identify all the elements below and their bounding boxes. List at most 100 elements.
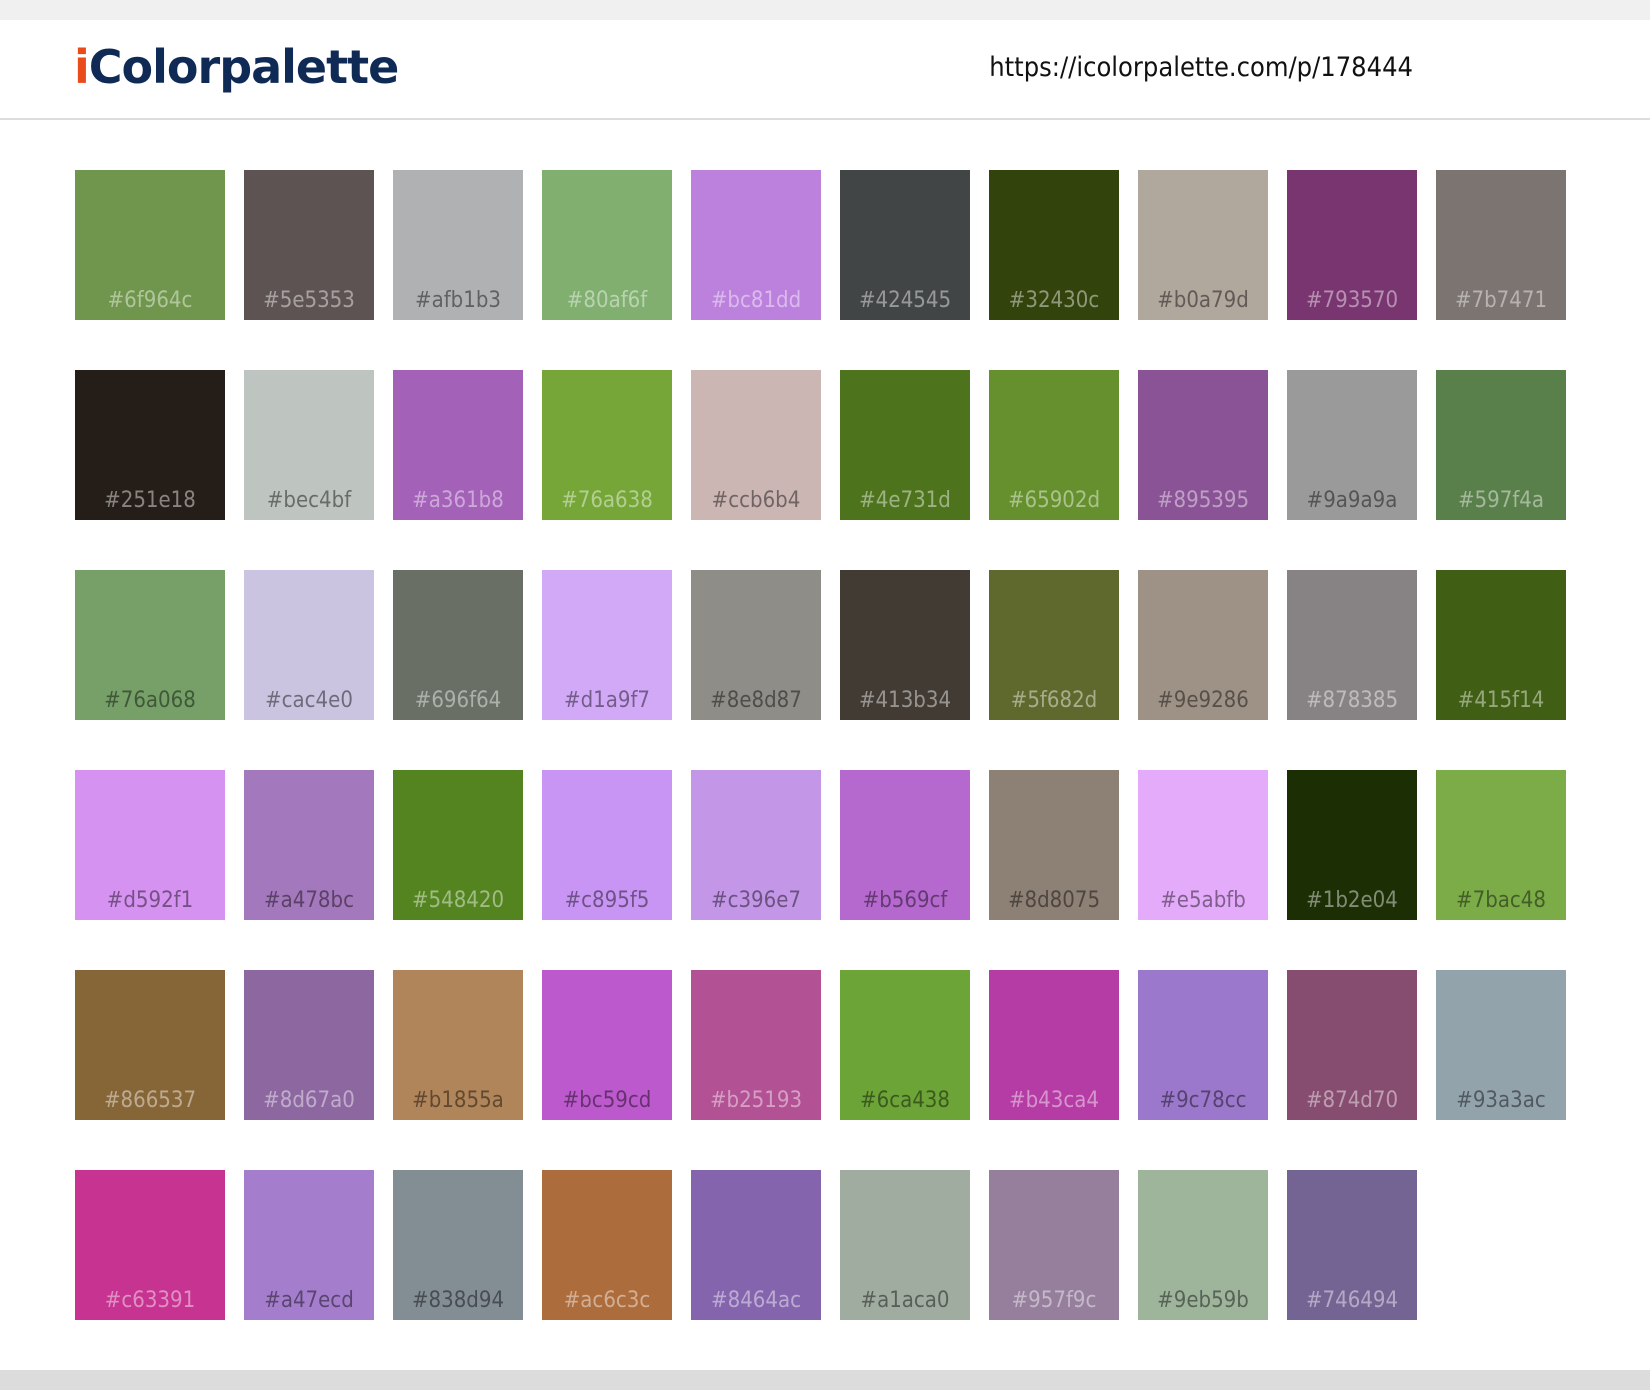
color-swatch[interactable]: #a47ecd xyxy=(244,1170,374,1320)
color-swatch[interactable]: #e5abfb xyxy=(1138,770,1268,920)
color-swatch[interactable]: #9e9286 xyxy=(1138,570,1268,720)
swatch-hex-label: #ac6c3c xyxy=(563,1288,651,1313)
color-swatch[interactable]: #895395 xyxy=(1138,370,1268,520)
palette-content: #6f964c #5e5353 #afb1b3 #80af6f #bc81dd #4245… xyxy=(0,120,1650,1370)
color-swatch[interactable]: #413b34 xyxy=(840,570,970,720)
color-swatch[interactable]: #696f64 xyxy=(393,570,523,720)
color-swatch[interactable]: #878385 xyxy=(1287,570,1417,720)
swatch-hex-label: #6f964c xyxy=(107,288,193,313)
color-swatch[interactable]: #a361b8 xyxy=(393,370,523,520)
swatch-hex-label: #746494 xyxy=(1305,1288,1399,1313)
color-swatch[interactable]: #b25193 xyxy=(691,970,821,1120)
color-swatch[interactable]: #8464ac xyxy=(691,1170,821,1320)
swatch-hex-label: #b1855a xyxy=(412,1088,504,1113)
color-swatch[interactable]: #957f9c xyxy=(989,1170,1119,1320)
color-swatch[interactable]: #838d94 xyxy=(393,1170,523,1320)
color-swatch[interactable]: #5e5353 xyxy=(244,170,374,320)
color-swatch[interactable]: #93a3ac xyxy=(1436,970,1566,1120)
swatch-hex-label: #7bac48 xyxy=(1456,888,1546,913)
color-swatch[interactable]: #76a638 xyxy=(542,370,672,520)
swatch-hex-label: #b25193 xyxy=(709,1088,803,1113)
swatch-hex-label: #5f682d xyxy=(1010,688,1098,713)
color-swatch[interactable]: #bc59cd xyxy=(542,970,672,1120)
color-swatch[interactable]: #76a068 xyxy=(75,570,225,720)
color-swatch[interactable]: #9a9a9a xyxy=(1287,370,1417,520)
color-swatch[interactable]: #ccb6b4 xyxy=(691,370,821,520)
swatch-hex-label: #424545 xyxy=(858,288,952,313)
swatch-hex-label: #bec4bf xyxy=(266,488,352,513)
color-swatch[interactable]: #afb1b3 xyxy=(393,170,523,320)
color-swatch[interactable]: #424545 xyxy=(840,170,970,320)
swatch-hex-label: #c396e7 xyxy=(710,888,801,913)
swatch-hex-label: #9eb59b xyxy=(1157,1288,1249,1313)
swatch-hex-label: #9a9a9a xyxy=(1306,488,1398,513)
swatch-hex-label: #a361b8 xyxy=(412,488,504,513)
color-swatch[interactable]: #874d70 xyxy=(1287,970,1417,1120)
swatch-hex-label: #76a638 xyxy=(561,488,653,513)
swatch-hex-label: #4e731d xyxy=(859,488,951,513)
color-swatch[interactable]: #65902d xyxy=(989,370,1119,520)
color-swatch[interactable]: #793570 xyxy=(1287,170,1417,320)
swatch-hex-label: #76a068 xyxy=(104,688,196,713)
color-swatch[interactable]: #bec4bf xyxy=(244,370,374,520)
color-swatch[interactable]: #251e18 xyxy=(75,370,225,520)
swatch-hex-label: #d1a9f7 xyxy=(563,688,650,713)
logo-letter-i: i xyxy=(74,40,90,94)
color-swatch[interactable]: #80af6f xyxy=(542,170,672,320)
swatch-hex-label: #597f4a xyxy=(1457,488,1545,513)
color-swatch[interactable]: #415f14 xyxy=(1436,570,1566,720)
swatch-hex-label: #b0a79d xyxy=(1157,288,1249,313)
site-logo[interactable]: iColorpalette xyxy=(74,44,399,90)
color-swatch[interactable]: #866537 xyxy=(75,970,225,1120)
swatch-hex-label: #1b2e04 xyxy=(1306,888,1398,913)
color-swatch[interactable]: #bc81dd xyxy=(691,170,821,320)
color-swatch[interactable]: #c396e7 xyxy=(691,770,821,920)
color-swatch[interactable]: #c63391 xyxy=(75,1170,225,1320)
swatch-hex-label: #b43ca4 xyxy=(1009,1088,1099,1113)
color-swatch[interactable]: #c895f5 xyxy=(542,770,672,920)
color-swatch[interactable]: #32430c xyxy=(989,170,1119,320)
swatch-hex-label: #548420 xyxy=(411,888,505,913)
swatch-hex-label: #8d67a0 xyxy=(263,1088,355,1113)
color-swatch[interactable]: #b43ca4 xyxy=(989,970,1119,1120)
color-swatch[interactable]: #9eb59b xyxy=(1138,1170,1268,1320)
color-swatch[interactable]: #6f964c xyxy=(75,170,225,320)
color-swatch[interactable]: #9c78cc xyxy=(1138,970,1268,1120)
color-swatch[interactable]: #d1a9f7 xyxy=(542,570,672,720)
color-swatch[interactable]: #8d8075 xyxy=(989,770,1119,920)
color-swatch[interactable]: #746494 xyxy=(1287,1170,1417,1320)
color-swatch[interactable]: #8e8d87 xyxy=(691,570,821,720)
swatch-hex-label: #d592f1 xyxy=(106,888,194,913)
color-swatch[interactable]: #b569cf xyxy=(840,770,970,920)
swatch-hex-label: #a47ecd xyxy=(264,1288,354,1313)
color-swatch[interactable]: #5f682d xyxy=(989,570,1119,720)
color-swatch[interactable]: #597f4a xyxy=(1436,370,1566,520)
color-swatch[interactable]: #b1855a xyxy=(393,970,523,1120)
color-swatch[interactable]: #548420 xyxy=(393,770,523,920)
palette-url-link[interactable]: https://icolorpalette.com/p/178444 xyxy=(989,54,1413,81)
color-swatch[interactable]: #4e731d xyxy=(840,370,970,520)
color-swatch[interactable]: #6ca438 xyxy=(840,970,970,1120)
swatch-hex-label: #bc81dd xyxy=(710,288,802,313)
color-swatch[interactable]: #a1aca0 xyxy=(840,1170,970,1320)
swatch-hex-label: #80af6f xyxy=(566,288,648,313)
color-swatch[interactable]: #7b7471 xyxy=(1436,170,1566,320)
swatch-hex-label: #c895f5 xyxy=(564,888,650,913)
swatch-hex-label: #415f14 xyxy=(1457,688,1545,713)
color-swatch[interactable]: #d592f1 xyxy=(75,770,225,920)
swatch-hex-label: #874d70 xyxy=(1305,1088,1399,1113)
color-swatch[interactable]: #ac6c3c xyxy=(542,1170,672,1320)
swatch-hex-label: #a478bc xyxy=(264,888,354,913)
swatch-hex-label: #866537 xyxy=(103,1088,197,1113)
swatch-hex-label: #c63391 xyxy=(104,1288,196,1313)
color-swatch[interactable]: #1b2e04 xyxy=(1287,770,1417,920)
swatch-hex-label: #838d94 xyxy=(411,1288,505,1313)
swatch-hex-label: #cac4e0 xyxy=(265,688,353,713)
color-swatch[interactable]: #cac4e0 xyxy=(244,570,374,720)
swatch-hex-label: #251e18 xyxy=(104,488,196,513)
swatch-hex-label: #8e8d87 xyxy=(710,688,802,713)
color-swatch[interactable]: #7bac48 xyxy=(1436,770,1566,920)
color-swatch[interactable]: #a478bc xyxy=(244,770,374,920)
color-swatch[interactable]: #b0a79d xyxy=(1138,170,1268,320)
color-swatch[interactable]: #8d67a0 xyxy=(244,970,374,1120)
